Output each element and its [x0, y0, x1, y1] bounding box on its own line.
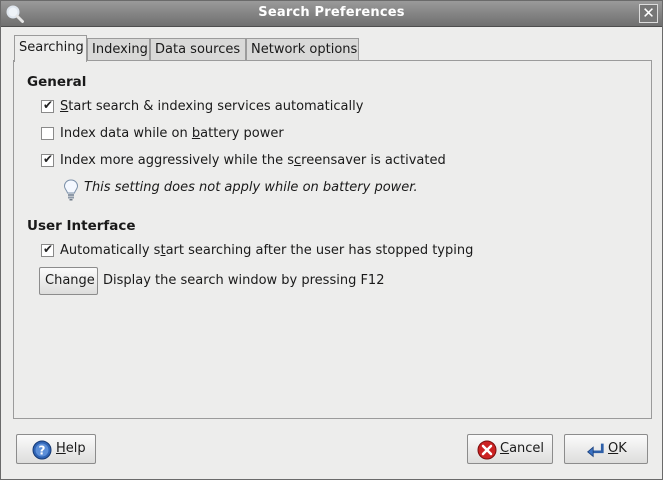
checkmark-icon: ✔ — [43, 152, 54, 166]
section-general-title: General — [27, 74, 87, 90]
button-label: Help — [56, 441, 86, 456]
window-title: Search Preferences — [258, 5, 405, 20]
title-bar[interactable]: Search Preferences ✕ — [1, 1, 662, 27]
checkbox-label[interactable]: Index data while on battery power — [60, 126, 284, 141]
tab-label: Network options — [251, 42, 358, 57]
button-label: Cancel — [500, 441, 545, 456]
help-icon: ? — [32, 440, 52, 460]
tab-label: Data sources — [155, 42, 241, 57]
tab-label: Searching — [19, 40, 84, 55]
checkbox-box[interactable] — [41, 127, 54, 140]
checkbox-box[interactable]: ✔ — [41, 152, 54, 167]
checkbox-box[interactable]: ✔ — [41, 242, 54, 257]
checkbox-label[interactable]: Index more aggressively while the screen… — [60, 153, 446, 168]
tab-data-sources[interactable]: Data sources — [150, 38, 246, 61]
svg-text:?: ? — [39, 444, 46, 458]
checkmark-icon: ✔ — [43, 242, 54, 256]
change-shortcut-button[interactable]: Change — [39, 267, 98, 295]
tab-network-options[interactable]: Network options — [246, 38, 359, 61]
lightbulb-icon — [63, 179, 79, 201]
tab-label: Indexing — [92, 42, 148, 57]
section-user-interface-title: User Interface — [27, 218, 136, 234]
help-button[interactable]: ? Help — [16, 434, 96, 464]
tab-indexing[interactable]: Indexing — [87, 38, 150, 61]
cancel-icon — [477, 440, 497, 460]
ok-button[interactable]: OK — [564, 434, 648, 464]
checkbox-label[interactable]: Start search & indexing services automat… — [60, 99, 363, 114]
button-label: Change — [45, 273, 95, 288]
close-icon[interactable]: ✕ — [639, 4, 658, 23]
ok-arrow-icon — [587, 443, 604, 458]
shortcut-description: Display the search window by pressing F1… — [103, 273, 385, 288]
checkbox-box[interactable]: ✔ — [41, 98, 54, 113]
hint-text: This setting does not apply while on bat… — [84, 180, 418, 195]
tab-searching[interactable]: Searching — [14, 35, 87, 62]
checkmark-icon: ✔ — [43, 98, 54, 112]
checkbox-label[interactable]: Automatically start searching after the … — [60, 243, 473, 258]
dialog-window: Search Preferences ✕ Searching Indexing … — [0, 0, 663, 480]
cancel-button[interactable]: Cancel — [467, 434, 553, 464]
button-label: OK — [608, 441, 627, 456]
